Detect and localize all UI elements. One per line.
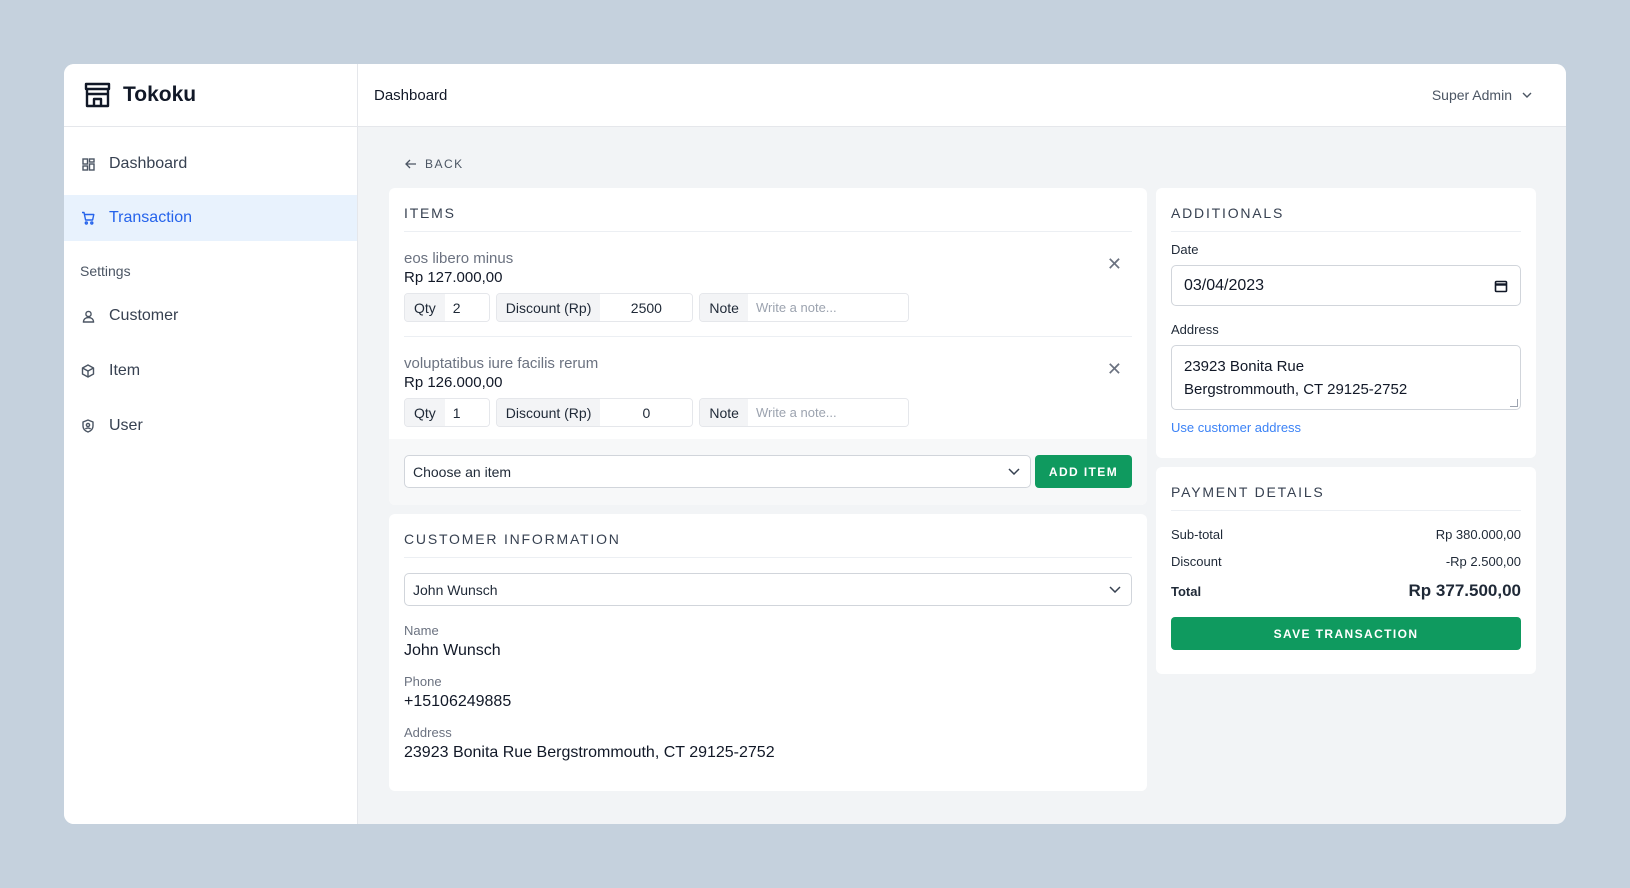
choose-item-select[interactable]: Choose an item [404,455,1031,488]
chevron-down-icon [1522,92,1532,98]
customer-select[interactable]: John Wunsch [404,573,1132,606]
item-price: Rp 126.000,00 [404,374,503,391]
sidebar-item-label: Transaction [109,209,192,226]
payment-title: PAYMENT DETAILS [1171,484,1521,511]
date-value: 03/04/2023 [1184,276,1265,294]
total-row: Total Rp 377.500,00 [1171,581,1521,601]
close-icon[interactable]: ✕ [1107,359,1122,380]
user-icon [81,309,95,323]
items-title: ITEMS [404,205,1132,232]
item-price: Rp 127.000,00 [404,269,503,286]
payment-card: PAYMENT DETAILS Sub-total Rp 380.000,00 … [1156,467,1536,674]
note-field: Note [699,398,909,427]
cart-icon [81,211,95,225]
items-card: ITEMS eos libero minus Rp 127.000,00 ✕ Q… [389,188,1147,505]
additionals-title: ADDITIONALS [1171,205,1521,232]
address-line-2: Bergstrommouth, CT 29125-2752 [1184,381,1408,398]
page-title: Dashboard [374,86,448,104]
sidebar-item-transaction[interactable]: Transaction [64,195,357,241]
address-label: Address [404,725,452,740]
settings-section-label: Settings [80,263,131,279]
main-content: Dashboard Super Admin BACK ITEMS eos lib… [358,64,1566,824]
customer-phone: +15106249885 [404,693,512,710]
sidebar-item-customer[interactable]: Customer [64,293,357,339]
customer-name: John Wunsch [404,642,501,659]
back-link[interactable]: BACK [405,157,464,171]
store-icon [84,82,111,108]
sidebar-item-label: Item [109,362,141,379]
qty-input[interactable] [444,294,489,321]
note-field: Note [699,293,909,322]
back-label: BACK [425,157,464,171]
discount-field: Discount (Rp) [495,398,694,427]
qty-field: Qty [404,293,490,322]
brand[interactable]: Tokoku [64,64,357,127]
qty-input[interactable] [444,399,489,426]
user-menu[interactable]: Super Admin [1432,87,1532,103]
discount-field: Discount (Rp) [495,293,694,322]
topbar: Dashboard Super Admin [358,64,1566,127]
note-input[interactable] [747,294,908,321]
note-input[interactable] [747,399,908,426]
user-name: Super Admin [1431,87,1512,103]
address-textarea[interactable]: 23923 Bonita Rue Bergstrommouth, CT 2912… [1171,345,1521,410]
use-customer-address-link[interactable]: Use customer address [1171,420,1301,435]
discount-value: -Rp 2.500,00 [1445,554,1521,569]
subtotal-value: Rp 380.000,00 [1435,527,1521,542]
subtotal-row: Sub-total Rp 380.000,00 [1171,527,1521,542]
sidebar-item-item[interactable]: Item [64,348,357,394]
sidebar-item-label: Dashboard [109,155,188,172]
discount-label: Discount (Rp) [496,294,601,321]
save-transaction-button[interactable]: SAVE TRANSACTION [1171,617,1521,650]
discount-input[interactable] [600,294,693,321]
additionals-card: ADDITIONALS Date 03/04/2023 Address 2392… [1156,188,1536,458]
add-item-row: Choose an item ADD ITEM [389,439,1147,505]
note-label: Note [700,294,748,321]
phone-label: Phone [404,674,442,689]
sidebar-item-label: Customer [109,307,179,324]
list-item: voluptatibus iure facilis rerum Rp 126.0… [404,337,1132,441]
subtotal-label: Sub-total [1171,527,1224,542]
discount-input[interactable] [600,399,693,426]
customer-select-value: John Wunsch [413,581,498,598]
qty-label: Qty [405,294,445,321]
calendar-icon [1494,279,1508,293]
address-line-1: 23923 Bonita Rue [1184,358,1305,375]
item-name: voluptatibus iure facilis rerum [404,355,599,372]
customer-card: CUSTOMER INFORMATION John Wunsch Name Jo… [389,514,1147,791]
box-icon [81,364,95,378]
shield-user-icon [81,419,95,433]
customer-title: CUSTOMER INFORMATION [404,531,1132,558]
total-value: Rp 377.500,00 [1408,581,1521,600]
sidebar-item-dashboard[interactable]: Dashboard [64,141,357,187]
qty-label: Qty [405,399,445,426]
sidebar: Tokoku Dashboard Transaction Settings Cu… [64,64,358,824]
discount-label: Discount [1171,554,1222,569]
customer-address: 23923 Bonita Rue Bergstrommouth, CT 2912… [404,744,775,761]
qty-field: Qty [404,398,490,427]
arrow-left-icon [405,159,417,169]
resize-handle-icon[interactable] [1510,399,1518,407]
chevron-down-icon [1109,586,1121,593]
note-label: Note [700,399,748,426]
choose-item-value: Choose an item [413,463,512,480]
item-name: eos libero minus [404,250,514,267]
close-icon[interactable]: ✕ [1107,254,1122,275]
dashboard-icon [81,157,95,171]
sidebar-item-user[interactable]: User [64,403,357,449]
discount-row: Discount -Rp 2.500,00 [1171,554,1521,569]
app-window: Tokoku Dashboard Transaction Settings Cu… [64,64,1566,824]
address-field-label: Address [1171,322,1219,337]
list-item: eos libero minus Rp 127.000,00 ✕ Qty Dis… [404,232,1132,337]
chevron-down-icon [1008,468,1020,475]
date-label: Date [1171,242,1199,257]
brand-name: Tokoku [123,83,197,106]
discount-label: Discount (Rp) [496,399,601,426]
name-label: Name [404,623,439,638]
sidebar-item-label: User [109,417,143,434]
total-label: Total [1171,583,1202,599]
date-input[interactable]: 03/04/2023 [1171,265,1521,306]
add-item-button[interactable]: ADD ITEM [1035,455,1132,488]
